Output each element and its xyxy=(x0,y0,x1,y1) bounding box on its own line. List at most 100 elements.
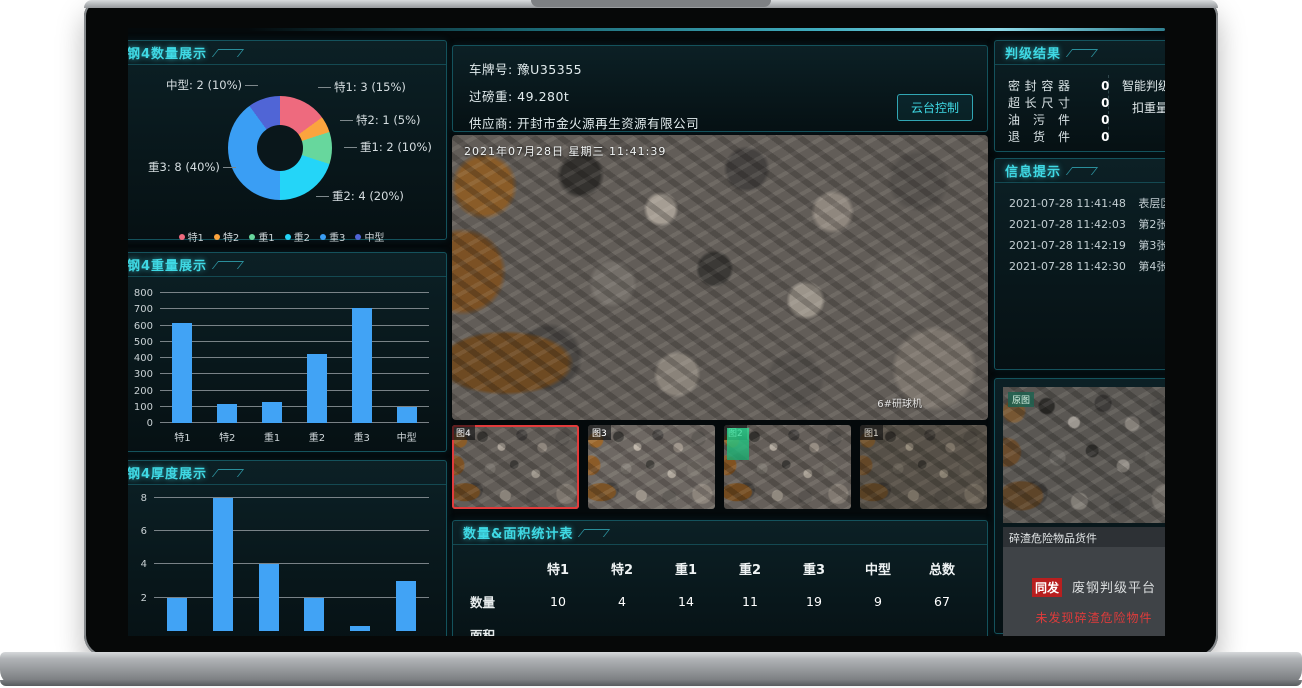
legend-dot xyxy=(355,234,361,240)
thumbnail-label: 图1 xyxy=(860,425,883,440)
message-item: 2021-07-28 11:42:19 第3张照片表层判 xyxy=(1009,237,1165,253)
gridline xyxy=(160,357,429,358)
donut-callout-label: 中型: 2 (10%) xyxy=(166,77,242,93)
message-item: 2021-07-28 11:42:03 第2张照片表层判 xyxy=(1009,216,1165,232)
table-cell: 9 xyxy=(846,594,910,609)
table-header-cell: 重2 xyxy=(718,559,782,578)
laptop-lid: 钢4数量展示 特1: 3 (15%)特2: 1 (5%)重1: 2 (10%)重… xyxy=(84,0,1218,657)
legend-dot xyxy=(179,234,185,240)
original-badge: 原图 xyxy=(1008,392,1034,407)
gridline xyxy=(154,530,429,531)
x-category-label: 特2 xyxy=(219,429,235,444)
bar-特1 xyxy=(167,598,187,631)
x-category-label: 重3 xyxy=(354,429,370,444)
bar-中型 xyxy=(397,407,417,423)
donut-callout-label: 重2: 4 (20%) xyxy=(332,188,404,204)
table-cell: 19 xyxy=(782,594,846,609)
legend-item: 重2 xyxy=(285,229,310,244)
panel-title-quantity: 钢4数量展示 xyxy=(128,43,207,62)
legend-label: 重1 xyxy=(258,229,274,244)
gridline xyxy=(160,341,429,342)
weight-deduction-label: 扣重量: xyxy=(1132,99,1165,116)
legend-label: 特2 xyxy=(223,229,239,244)
message-text: 第3张照片表层判 xyxy=(1138,239,1165,252)
stats-table-panel: 数量&面积统计表 特1特2重1重2重3中型总数数量104141119967面积 xyxy=(452,520,988,636)
stats-table-body: 特1特2重1重2重3中型总数数量104141119967面积 xyxy=(454,547,986,636)
panel-head-grading: 判级结果 xyxy=(995,41,1165,65)
grading-field: 密封容器 0 xyxy=(1008,75,1109,92)
photo-thumbnail[interactable]: 图4 xyxy=(452,425,579,509)
table-row-label: 数量 xyxy=(470,592,526,611)
bar-特1 xyxy=(172,323,192,423)
grading-field: 退货件 0 xyxy=(1008,126,1109,143)
y-tick-label: 700 xyxy=(134,304,153,315)
photo-timestamp: 2021年07月28日 星期三 11:41:39 xyxy=(464,143,666,159)
bar-特2 xyxy=(213,498,233,631)
legend-dot xyxy=(249,234,255,240)
message-list: 2021-07-28 11:41:48 表层区域计算成 2021-07-28 1… xyxy=(996,185,1165,274)
gridline xyxy=(154,563,429,564)
message-time: 2021-07-28 11:42:30 xyxy=(1009,260,1126,273)
donut-hole xyxy=(257,125,303,171)
photo-thumbnail[interactable]: 图1 xyxy=(860,425,987,509)
table-header-cell: 特2 xyxy=(590,559,654,578)
photo-thumbnail[interactable]: 图2 xyxy=(724,425,851,509)
gridline xyxy=(160,390,429,391)
weight-categories: 特1特2重1重2重3中型 xyxy=(160,429,429,443)
x-category-label: 重1 xyxy=(264,429,280,444)
message-text: 第2张照片表层判 xyxy=(1138,218,1165,231)
gridline xyxy=(160,292,429,293)
table-cell: 10 xyxy=(526,594,590,609)
legend-item: 特2 xyxy=(214,229,239,244)
gridline xyxy=(154,497,429,498)
grading-field: 超长尺寸 0 xyxy=(1008,92,1109,109)
bar-重2 xyxy=(307,354,327,423)
thumbnail-label: 图4 xyxy=(452,425,475,440)
original-body: 同发 废钢判级平台 未发现碎渣危险物件 xyxy=(1003,547,1165,636)
messages-panel: 信息提示 2021-07-28 11:41:48 表层区域计算成 2021-07… xyxy=(994,158,1165,370)
title-decoration xyxy=(212,261,244,269)
donut-callout-label: 特2: 1 (5%) xyxy=(356,112,421,128)
screen: 钢4数量展示 特1: 3 (15%)特2: 1 (5%)重1: 2 (10%)重… xyxy=(128,28,1165,636)
smart-grade-label: 智能判级: xyxy=(1122,77,1165,94)
original-photo[interactable]: 原图 xyxy=(1003,387,1165,523)
message-time: 2021-07-28 11:42:03 xyxy=(1009,218,1126,231)
quantity-donut-chart xyxy=(228,96,332,200)
grading-panel: 判级结果 密封容器 0 超长尺寸 0 油污件 0 退货件 0 智能判级: 扣重量… xyxy=(994,40,1165,152)
legend-label: 特1 xyxy=(188,229,204,244)
thumbnail-label: 图3 xyxy=(588,425,611,440)
legend-label: 中型 xyxy=(364,229,384,244)
gridline xyxy=(160,373,429,374)
y-tick-label: 200 xyxy=(134,386,153,397)
table-header-cell: 总数 xyxy=(910,559,974,578)
brand-row: 同发 废钢判级平台 xyxy=(1003,577,1165,597)
panel-head-quantity: 钢4数量展示 xyxy=(128,41,446,65)
laptop-top-edge xyxy=(84,0,1218,8)
grading-fields: 密封容器 0 超长尺寸 0 油污件 0 退货件 0 xyxy=(1008,75,1109,143)
ptz-control-button[interactable]: 云台控制 xyxy=(897,94,973,121)
y-tick-label: 6 xyxy=(141,526,147,537)
y-tick-label: 2 xyxy=(141,593,147,604)
table-cell: 4 xyxy=(590,594,654,609)
table-row-label: 面积 xyxy=(470,625,526,636)
bar-重3 xyxy=(350,626,370,631)
panel-title-stats: 数量&面积统计表 xyxy=(463,523,573,542)
panel-title-messages: 信息提示 xyxy=(1005,161,1061,180)
y-tick-label: 8 xyxy=(141,493,147,504)
bar-重3 xyxy=(352,308,372,423)
header-glow-line xyxy=(248,28,1165,31)
title-decoration xyxy=(1066,49,1098,57)
legend-item: 特1 xyxy=(179,229,204,244)
grading-body: 密封容器 0 超长尺寸 0 油污件 0 退货件 0 智能判级: 扣重量: xyxy=(996,67,1165,150)
main-photo[interactable]: 2021年07月28日 星期三 11:41:39 6#研球机 xyxy=(452,135,988,420)
photo-thumbnail[interactable]: 图3 xyxy=(588,425,715,509)
legend-dot xyxy=(214,234,220,240)
panel-head-messages: 信息提示 xyxy=(995,159,1165,183)
message-item: 2021-07-28 11:41:48 表层区域计算成 xyxy=(1009,195,1165,211)
legend-label: 重2 xyxy=(294,229,310,244)
donut-callout-label: 重3: 8 (40%) xyxy=(148,159,220,175)
table-header-cell: 中型 xyxy=(846,559,910,578)
y-tick-label: 400 xyxy=(134,353,153,364)
panel-quantity: 钢4数量展示 特1: 3 (15%)特2: 1 (5%)重1: 2 (10%)重… xyxy=(128,40,447,240)
quantity-chart-area: 特1: 3 (15%)特2: 1 (5%)重1: 2 (10%)重2: 4 (2… xyxy=(128,67,445,238)
